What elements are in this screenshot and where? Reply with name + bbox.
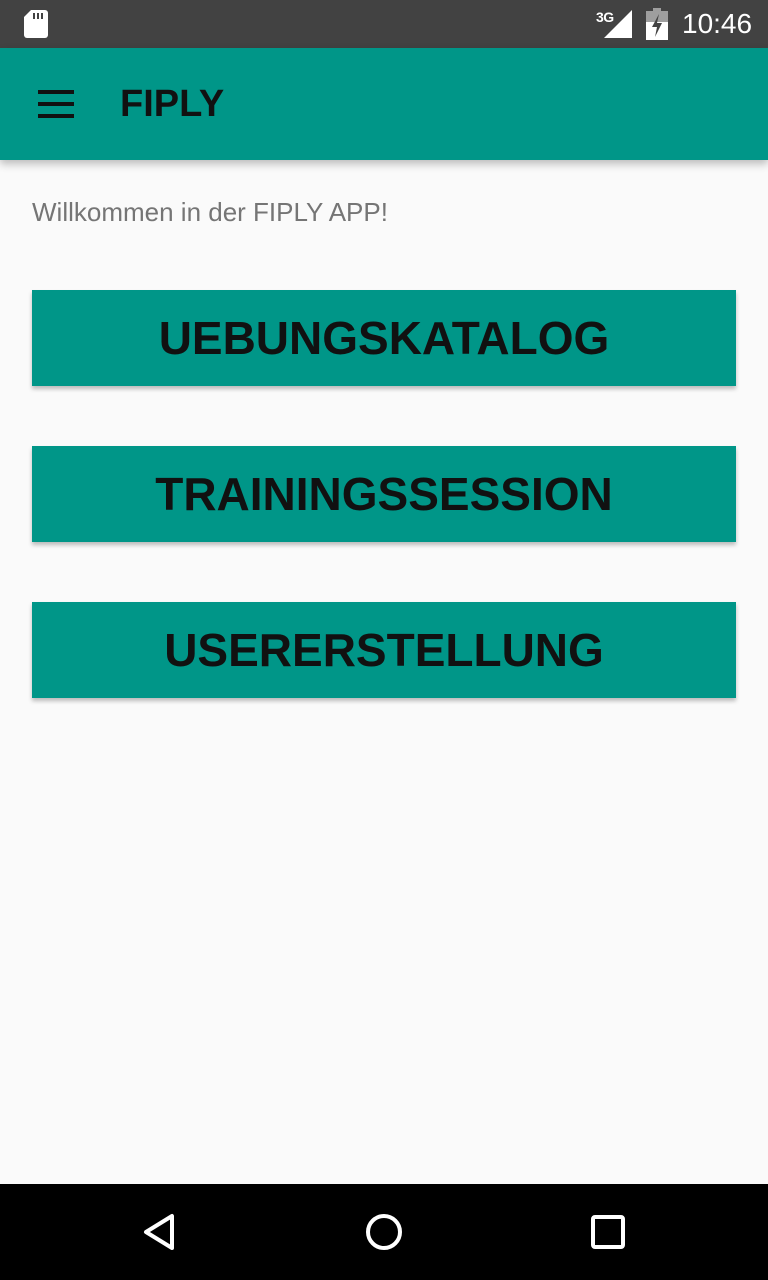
main-content: Willkommen in der FIPLY APP! UEBUNGSKATA…	[0, 160, 768, 1184]
home-icon[interactable]	[360, 1208, 408, 1256]
back-icon[interactable]	[136, 1208, 184, 1256]
battery-charging-icon	[646, 8, 668, 40]
system-navigation-bar	[0, 1184, 768, 1280]
recents-icon[interactable]	[584, 1208, 632, 1256]
status-clock: 10:46	[682, 8, 753, 39]
app-toolbar: FIPLY	[0, 48, 768, 160]
trainingssession-button[interactable]: TRAININGSSESSION	[32, 446, 736, 542]
sd-card-icon	[24, 10, 48, 38]
hamburger-menu-icon	[38, 90, 74, 118]
menu-button[interactable]	[20, 68, 92, 140]
status-bar: 3G 10:46	[0, 0, 768, 48]
app-title: FIPLY	[120, 83, 225, 125]
usererstellung-button[interactable]: USERERSTELLUNG	[32, 602, 736, 698]
welcome-text: Willkommen in der FIPLY APP!	[32, 197, 388, 227]
cell-signal-icon	[604, 10, 632, 38]
uebungskatalog-button[interactable]: UEBUNGSKATALOG	[32, 290, 736, 386]
